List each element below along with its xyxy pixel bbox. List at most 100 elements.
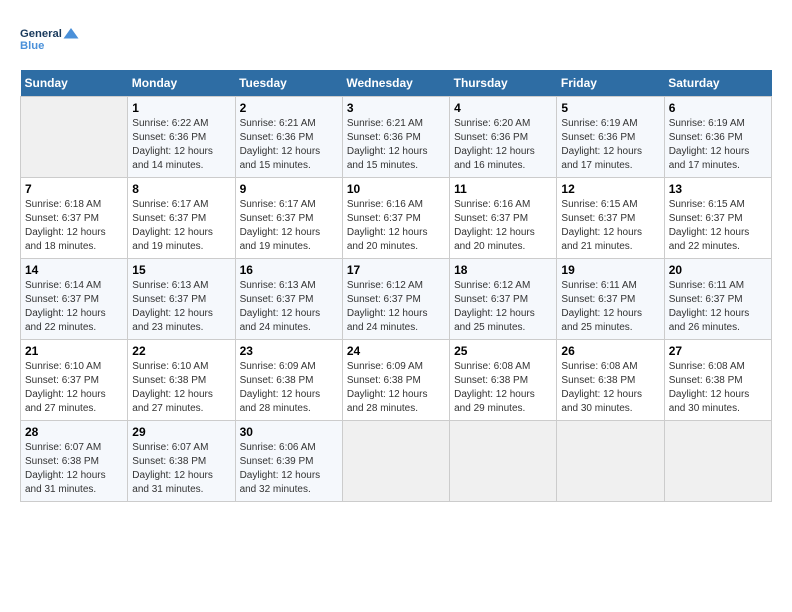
day-number: 10 <box>347 182 445 196</box>
day-number: 8 <box>132 182 230 196</box>
svg-text:Blue: Blue <box>20 40 44 52</box>
day-info: Sunrise: 6:10 AM Sunset: 6:37 PM Dayligh… <box>25 360 123 416</box>
day-number: 18 <box>454 263 552 277</box>
day-info: Sunrise: 6:07 AM Sunset: 6:38 PM Dayligh… <box>25 441 123 497</box>
day-info: Sunrise: 6:17 AM Sunset: 6:37 PM Dayligh… <box>132 198 230 254</box>
day-number: 5 <box>561 101 659 115</box>
col-header-saturday: Saturday <box>664 70 771 97</box>
day-info: Sunrise: 6:17 AM Sunset: 6:37 PM Dayligh… <box>240 198 338 254</box>
day-number: 4 <box>454 101 552 115</box>
col-header-sunday: Sunday <box>21 70 128 97</box>
day-number: 25 <box>454 344 552 358</box>
day-info: Sunrise: 6:10 AM Sunset: 6:38 PM Dayligh… <box>132 360 230 416</box>
logo-svg: General Blue <box>20 20 80 60</box>
day-cell: 14 Sunrise: 6:14 AM Sunset: 6:37 PM Dayli… <box>21 259 128 340</box>
day-number: 22 <box>132 344 230 358</box>
day-cell: 30 Sunrise: 6:06 AM Sunset: 6:39 PM Dayli… <box>235 421 342 502</box>
week-row-4: 21 Sunrise: 6:10 AM Sunset: 6:37 PM Dayli… <box>21 340 772 421</box>
day-cell: 26 Sunrise: 6:08 AM Sunset: 6:38 PM Dayli… <box>557 340 664 421</box>
day-cell: 20 Sunrise: 6:11 AM Sunset: 6:37 PM Dayli… <box>664 259 771 340</box>
day-cell <box>664 421 771 502</box>
day-info: Sunrise: 6:08 AM Sunset: 6:38 PM Dayligh… <box>561 360 659 416</box>
day-cell: 2Sunrise: 6:21 AM Sunset: 6:36 PM Daylig… <box>235 97 342 178</box>
day-cell: 24 Sunrise: 6:09 AM Sunset: 6:38 PM Dayli… <box>342 340 449 421</box>
day-cell: 1 Sunrise: 6:22 AM Sunset: 6:36 PM Daylig… <box>128 97 235 178</box>
week-row-2: 7 Sunrise: 6:18 AM Sunset: 6:37 PM Daylig… <box>21 178 772 259</box>
day-info: Sunrise: 6:06 AM Sunset: 6:39 PM Dayligh… <box>240 441 338 497</box>
day-cell: 10 Sunrise: 6:16 AM Sunset: 6:37 PM Dayli… <box>342 178 449 259</box>
day-info: Sunrise: 6:19 AM Sunset: 6:36 PM Dayligh… <box>561 117 659 173</box>
day-info: Sunrise: 6:14 AM Sunset: 6:37 PM Dayligh… <box>25 279 123 335</box>
day-info: Sunrise: 6:15 AM Sunset: 6:37 PM Dayligh… <box>669 198 767 254</box>
day-info: Sunrise: 6:12 AM Sunset: 6:37 PM Dayligh… <box>347 279 445 335</box>
day-info: Sunrise: 6:22 AM Sunset: 6:36 PM Dayligh… <box>132 117 230 173</box>
day-number: 15 <box>132 263 230 277</box>
day-cell: 13 Sunrise: 6:15 AM Sunset: 6:37 PM Dayli… <box>664 178 771 259</box>
day-number: 12 <box>561 182 659 196</box>
day-cell <box>21 97 128 178</box>
day-number: 7 <box>25 182 123 196</box>
day-cell <box>557 421 664 502</box>
day-info: Sunrise: 6:07 AM Sunset: 6:38 PM Dayligh… <box>132 441 230 497</box>
day-cell: 11 Sunrise: 6:16 AM Sunset: 6:37 PM Dayli… <box>450 178 557 259</box>
col-header-monday: Monday <box>128 70 235 97</box>
day-cell: 12 Sunrise: 6:15 AM Sunset: 6:37 PM Dayli… <box>557 178 664 259</box>
day-info: Sunrise: 6:18 AM Sunset: 6:37 PM Dayligh… <box>25 198 123 254</box>
day-number: 17 <box>347 263 445 277</box>
day-cell: 6Sunrise: 6:19 AM Sunset: 6:36 PM Daylig… <box>664 97 771 178</box>
page-header: General Blue <box>20 20 772 60</box>
day-number: 13 <box>669 182 767 196</box>
week-row-5: 28 Sunrise: 6:07 AM Sunset: 6:38 PM Dayli… <box>21 421 772 502</box>
day-cell: 29 Sunrise: 6:07 AM Sunset: 6:38 PM Dayli… <box>128 421 235 502</box>
day-number: 6 <box>669 101 767 115</box>
day-cell: 16 Sunrise: 6:13 AM Sunset: 6:37 PM Dayli… <box>235 259 342 340</box>
day-cell: 3 Sunrise: 6:21 AM Sunset: 6:36 PM Daylig… <box>342 97 449 178</box>
day-cell <box>342 421 449 502</box>
day-number: 29 <box>132 425 230 439</box>
day-number: 24 <box>347 344 445 358</box>
day-number: 1 <box>132 101 230 115</box>
day-info: Sunrise: 6:08 AM Sunset: 6:38 PM Dayligh… <box>669 360 767 416</box>
day-number: 3 <box>347 101 445 115</box>
day-cell: 15Sunrise: 6:13 AM Sunset: 6:37 PM Dayli… <box>128 259 235 340</box>
day-info: Sunrise: 6:13 AM Sunset: 6:37 PM Dayligh… <box>240 279 338 335</box>
day-number: 26 <box>561 344 659 358</box>
day-number: 11 <box>454 182 552 196</box>
day-number: 19 <box>561 263 659 277</box>
col-header-tuesday: Tuesday <box>235 70 342 97</box>
day-cell: 4 Sunrise: 6:20 AM Sunset: 6:36 PM Daylig… <box>450 97 557 178</box>
day-info: Sunrise: 6:11 AM Sunset: 6:37 PM Dayligh… <box>561 279 659 335</box>
day-info: Sunrise: 6:16 AM Sunset: 6:37 PM Dayligh… <box>454 198 552 254</box>
col-header-wednesday: Wednesday <box>342 70 449 97</box>
day-number: 16 <box>240 263 338 277</box>
day-info: Sunrise: 6:09 AM Sunset: 6:38 PM Dayligh… <box>240 360 338 416</box>
day-info: Sunrise: 6:08 AM Sunset: 6:38 PM Dayligh… <box>454 360 552 416</box>
day-info: Sunrise: 6:15 AM Sunset: 6:37 PM Dayligh… <box>561 198 659 254</box>
day-number: 30 <box>240 425 338 439</box>
day-info: Sunrise: 6:16 AM Sunset: 6:37 PM Dayligh… <box>347 198 445 254</box>
day-number: 9 <box>240 182 338 196</box>
day-info: Sunrise: 6:11 AM Sunset: 6:37 PM Dayligh… <box>669 279 767 335</box>
day-number: 20 <box>669 263 767 277</box>
day-cell: 8 Sunrise: 6:17 AM Sunset: 6:37 PM Daylig… <box>128 178 235 259</box>
day-cell: 27Sunrise: 6:08 AM Sunset: 6:38 PM Dayli… <box>664 340 771 421</box>
col-header-thursday: Thursday <box>450 70 557 97</box>
calendar-table: SundayMondayTuesdayWednesdayThursdayFrid… <box>20 70 772 502</box>
day-cell: 18 Sunrise: 6:12 AM Sunset: 6:37 PM Dayli… <box>450 259 557 340</box>
col-header-friday: Friday <box>557 70 664 97</box>
day-info: Sunrise: 6:20 AM Sunset: 6:36 PM Dayligh… <box>454 117 552 173</box>
day-info: Sunrise: 6:21 AM Sunset: 6:36 PM Dayligh… <box>347 117 445 173</box>
day-info: Sunrise: 6:09 AM Sunset: 6:38 PM Dayligh… <box>347 360 445 416</box>
day-cell: 19 Sunrise: 6:11 AM Sunset: 6:37 PM Dayli… <box>557 259 664 340</box>
day-number: 23 <box>240 344 338 358</box>
day-info: Sunrise: 6:12 AM Sunset: 6:37 PM Dayligh… <box>454 279 552 335</box>
day-cell: 23 Sunrise: 6:09 AM Sunset: 6:38 PM Dayli… <box>235 340 342 421</box>
day-number: 14 <box>25 263 123 277</box>
logo: General Blue <box>20 20 80 60</box>
svg-text:General: General <box>20 28 62 40</box>
day-number: 28 <box>25 425 123 439</box>
day-cell <box>450 421 557 502</box>
week-row-3: 14 Sunrise: 6:14 AM Sunset: 6:37 PM Dayli… <box>21 259 772 340</box>
day-cell: 5 Sunrise: 6:19 AM Sunset: 6:36 PM Daylig… <box>557 97 664 178</box>
day-number: 21 <box>25 344 123 358</box>
